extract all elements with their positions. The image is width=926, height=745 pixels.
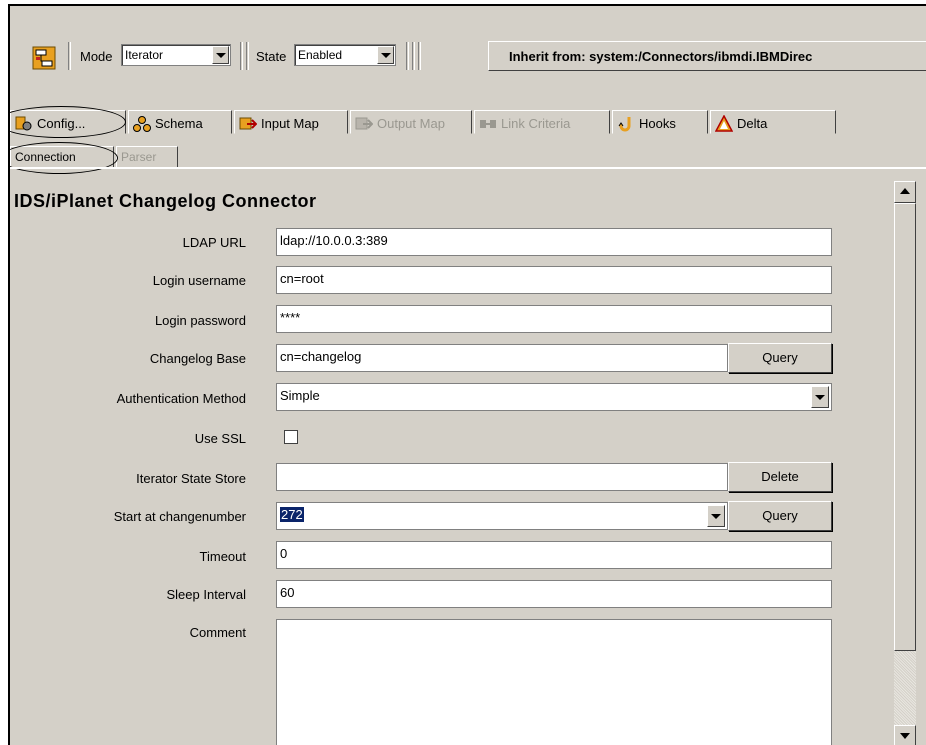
tab-link-criteria[interactable]: Link Criteria <box>474 110 610 134</box>
tab-schema-label: Schema <box>155 116 203 131</box>
comment-label: Comment <box>189 625 246 640</box>
sleep-interval-label: Sleep Interval <box>166 587 247 602</box>
ldap-url-input[interactable]: ldap://10.0.0.3:389 <box>276 228 832 256</box>
tab-input-map[interactable]: Input Map <box>234 110 348 134</box>
inherit-from-button[interactable]: Inherit from: system:/Connectors/ibmdi.I… <box>488 41 926 71</box>
link-criteria-icon <box>480 119 496 128</box>
tab-config-label: Config... <box>37 116 86 131</box>
tab-schema[interactable]: Schema <box>128 110 232 134</box>
schema-icon <box>133 115 151 132</box>
start-changenumber-select[interactable]: 272 <box>276 502 728 530</box>
tab-output-map-label: Output Map <box>377 116 445 131</box>
scroll-up-icon[interactable] <box>894 181 916 203</box>
mode-dropdown-icon[interactable] <box>212 46 229 64</box>
auth-method-select[interactable]: Simple <box>276 383 832 411</box>
start-changenumber-value: 272 <box>280 507 304 522</box>
timeout-input[interactable]: 0 <box>276 541 832 569</box>
scroll-down-icon[interactable] <box>894 725 916 745</box>
start-changenumber-dropdown-icon[interactable] <box>707 505 725 527</box>
auth-method-value: Simple <box>280 388 320 403</box>
delete-button[interactable]: Delete <box>728 462 832 492</box>
mode-select-value: Iterator <box>125 48 164 62</box>
tab-input-map-label: Input Map <box>261 116 319 131</box>
changenumber-query-button[interactable]: Query <box>728 501 832 531</box>
separator <box>412 42 415 70</box>
changelog-base-label: Changelog Base <box>149 351 246 366</box>
tab-bar: Config... Schema Input Map Output Map Li… <box>10 106 926 138</box>
vertical-scrollbar[interactable] <box>894 181 916 745</box>
login-username-label: Login username <box>152 273 246 288</box>
connector-icon[interactable] <box>32 46 56 70</box>
iterator-state-store-input[interactable] <box>276 463 728 491</box>
start-changenumber-label: Start at changenumber <box>113 509 246 524</box>
sleep-interval-input[interactable]: 60 <box>276 580 832 608</box>
tab-config[interactable]: Config... <box>10 110 126 134</box>
comment-textarea[interactable] <box>276 619 832 745</box>
auth-method-label: Authentication Method <box>116 391 246 406</box>
subtab-parser[interactable]: Parser <box>116 146 178 168</box>
login-password-input[interactable]: **** <box>276 305 832 333</box>
scroll-thumb[interactable] <box>894 203 916 651</box>
tab-output-map[interactable]: Output Map <box>350 110 472 134</box>
ldap-url-label: LDAP URL <box>182 235 246 250</box>
use-ssl-checkbox[interactable] <box>284 430 298 444</box>
output-map-icon <box>355 117 373 129</box>
hooks-icon <box>618 116 631 131</box>
mode-select[interactable]: Iterator <box>121 44 231 66</box>
state-select-value: Enabled <box>298 48 343 62</box>
separator <box>418 42 421 70</box>
panel-title: IDS/iPlanet Changelog Connector <box>14 191 317 211</box>
subtab-connection[interactable]: Connection <box>10 146 114 168</box>
input-map-icon <box>239 117 257 129</box>
use-ssl-label: Use SSL <box>194 431 246 446</box>
separator <box>240 42 243 70</box>
toolbar: Mode Iterator State Enabled Inherit from… <box>10 6 926 90</box>
auth-method-dropdown-icon[interactable] <box>811 386 829 408</box>
state-select[interactable]: Enabled <box>294 44 396 66</box>
connection-panel: IDS/iPlanet Changelog Connector LDAP URL… <box>10 167 926 745</box>
tab-delta-label: Delta <box>737 116 768 131</box>
connector-window: Mode Iterator State Enabled Inherit from… <box>8 4 926 745</box>
subtab-bar: Connection Parser <box>10 142 926 174</box>
iterator-state-store-label: Iterator State Store <box>136 471 246 486</box>
tab-hooks[interactable]: Hooks <box>612 110 708 134</box>
tab-hooks-label: Hooks <box>639 116 676 131</box>
mode-label: Mode <box>80 49 113 64</box>
login-password-label: Login password <box>154 313 246 328</box>
tab-link-criteria-label: Link Criteria <box>501 116 571 131</box>
tab-delta[interactable]: Delta <box>710 110 836 134</box>
changelog-base-input[interactable]: cn=changelog <box>276 344 728 372</box>
delta-icon <box>715 114 733 132</box>
changelog-query-button[interactable]: Query <box>728 343 832 373</box>
state-dropdown-icon[interactable] <box>377 46 394 64</box>
state-label: State <box>256 49 287 64</box>
login-username-input[interactable]: cn=root <box>276 266 832 294</box>
separator <box>406 42 409 70</box>
separator <box>246 42 249 70</box>
separator <box>68 42 71 70</box>
timeout-label: Timeout <box>199 549 246 564</box>
config-icon <box>15 116 32 130</box>
